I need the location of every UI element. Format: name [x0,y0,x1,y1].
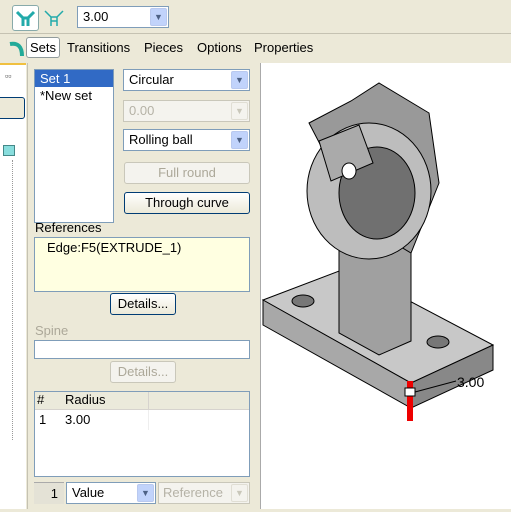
chevron-down-icon: ▼ [231,102,248,120]
chevron-down-icon: ▼ [231,71,248,89]
3d-model [261,82,495,421]
column-header-radius: Radius [65,392,149,409]
reference-value: Reference [163,485,223,500]
tab-options[interactable]: Options [197,40,242,55]
sets-panel: Set 1 *New set Circular ▼ 0.00 ▼ Rolling b… [27,63,259,509]
radius-mode-value: Value [72,485,105,500]
references-box[interactable]: Edge:F5(EXTRUDE_1) [34,237,250,292]
column-header-number: # [37,392,45,407]
radius-dimension-label[interactable]: 3.00 [457,374,484,390]
chevron-down-icon: ▼ [231,484,248,502]
radius-value: 3.00 [83,9,109,24]
full-round-button: Full round [124,162,250,184]
tab-sets[interactable]: Sets [26,37,61,58]
toolbar: 3.00 ▼ [0,0,511,34]
tab-transitions[interactable]: Transitions [67,40,130,55]
model-viewport[interactable]: 3.00 [260,63,511,509]
chevron-down-icon: ▼ [150,8,167,26]
table-row[interactable]: 1 3.00 [35,410,249,430]
radius-table[interactable]: # Radius 1 3.00 [34,391,250,477]
through-curve-button[interactable]: Through curve [124,192,250,214]
radius-value-dropdown[interactable]: 3.00 ▼ [77,6,169,28]
list-item[interactable]: Set 1 [35,70,113,87]
list-item[interactable]: *New set [35,87,113,104]
round-icon [8,40,28,61]
spine-label: Spine [35,323,69,338]
tab-pieces[interactable]: Pieces [144,40,183,55]
spine-input[interactable] [34,340,250,359]
method-value: Rolling ball [129,132,193,147]
spine-details-button: Details... [110,361,176,383]
conic-value-dropdown: 0.00 ▼ [123,100,250,122]
references-details-button[interactable]: Details... [110,293,176,315]
model-tree[interactable]: ▫▫ [0,63,26,509]
reference-dropdown: Reference ▼ [158,482,250,504]
method-dropdown[interactable]: Rolling ball ▼ [123,129,250,151]
conic-value: 0.00 [129,103,155,118]
cross-section-value: Circular [129,72,174,87]
chevron-down-icon: ▼ [231,131,248,149]
references-label: References [35,220,102,235]
radius-mode-dropdown[interactable]: Value ▼ [66,482,156,504]
radius-handle[interactable] [407,381,413,421]
reference-item[interactable]: Edge:F5(EXTRUDE_1) [47,240,237,255]
cross-section-dropdown[interactable]: Circular ▼ [123,69,250,91]
round-transition-mode-icon[interactable] [42,6,66,30]
round-set-mode-icon[interactable] [12,5,39,31]
row-radius[interactable]: 3.00 [65,410,149,430]
sets-list[interactable]: Set 1 *New set [34,69,114,223]
chevron-down-icon: ▼ [137,484,154,502]
row-index: 1 [34,482,64,504]
row-number: 1 [39,412,47,427]
tab-properties[interactable]: Properties [254,40,313,55]
